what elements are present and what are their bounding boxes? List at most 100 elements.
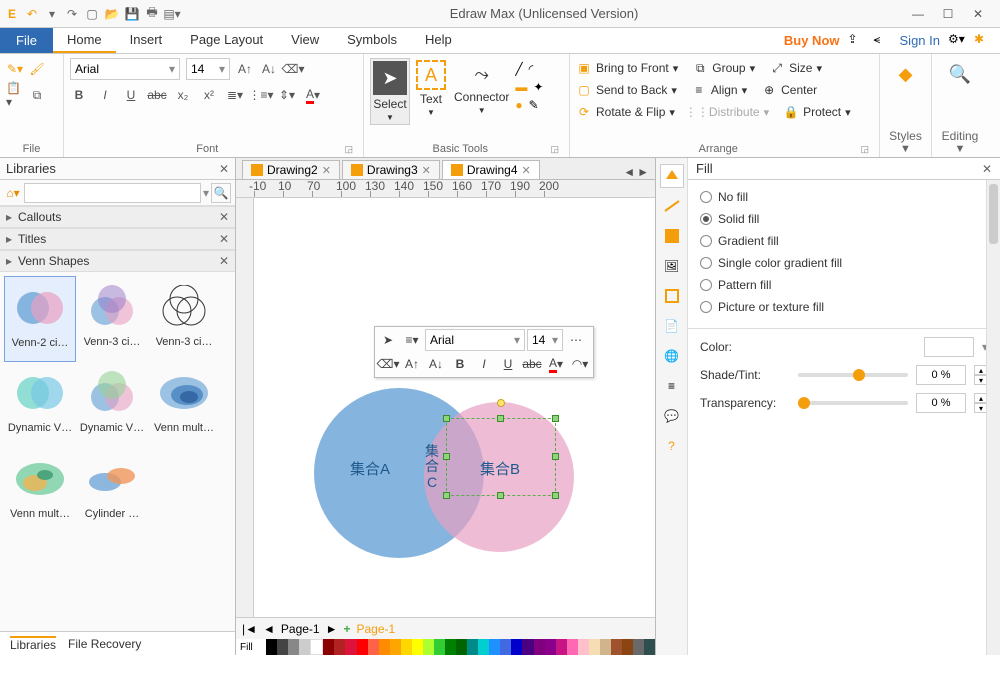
fill-opt-nofill[interactable]: No fill [700, 190, 988, 204]
rotate-flip-button[interactable]: ⟳Rotate & Flip▾ [576, 102, 675, 122]
shape-item[interactable]: Dynamic V… [76, 362, 148, 448]
settings-icon[interactable]: ⚙▾ [948, 32, 966, 50]
ft-color-icon[interactable]: A▾ [545, 353, 567, 375]
transparency-value[interactable]: 0 % [916, 393, 966, 413]
tab-close-icon[interactable]: ✕ [322, 164, 331, 177]
section-titles[interactable]: ▸Titles✕ [0, 228, 235, 250]
libraries-close-icon[interactable]: ✕ [219, 162, 229, 176]
ft-font-select[interactable]: Arial▾ [425, 329, 525, 351]
size-button[interactable]: ⤢Size▾ [769, 58, 822, 78]
export-icon[interactable]: ⇪ [848, 32, 866, 50]
search-dropdown-icon[interactable]: ▾ [203, 186, 209, 200]
file-menu[interactable]: File [0, 28, 53, 53]
search-icon[interactable]: 🔍 [211, 183, 231, 203]
ft-format-icon[interactable]: ⌫▾ [377, 353, 399, 375]
align-button[interactable]: ≡Align▾ [691, 80, 747, 100]
dropdown-icon[interactable]: ▾ [44, 6, 60, 22]
shape-item[interactable]: Venn-3 ci… [76, 276, 148, 362]
ft-curve-icon[interactable]: ◠▾ [569, 353, 591, 375]
ft-underline-icon[interactable]: U [497, 353, 519, 375]
arrange-dialog-launcher[interactable]: ◲ [860, 144, 873, 157]
group-button[interactable]: ⧉Group▾ [692, 58, 755, 78]
canvas[interactable]: ➤ ≡▾ Arial▾ 14▾ ⋯ ⌫▾ A↑ A↓ B I U abc [254, 198, 655, 617]
maximize-icon[interactable]: ☐ [938, 7, 958, 21]
increase-font-icon[interactable]: A↑ [236, 60, 254, 78]
underline-icon[interactable]: U [122, 86, 140, 104]
distribute-button[interactable]: ⋮⋮Distribute▾ [689, 102, 769, 122]
ft-size-select[interactable]: 14▾ [527, 329, 563, 351]
page-label[interactable]: Page-1 [281, 622, 320, 636]
color-picker[interactable] [924, 337, 974, 357]
page-prev-icon[interactable]: ◄ [263, 622, 275, 636]
tab-prev-icon[interactable]: ◄ [623, 165, 635, 179]
buy-now-link[interactable]: Buy Now [784, 33, 840, 48]
connector-tool[interactable]: ⤳ Connector▼ [452, 58, 511, 117]
fill-opt-picture[interactable]: Picture or texture fill [700, 300, 988, 314]
font-size-select[interactable]: 14▾ [186, 58, 230, 80]
editing-button[interactable]: 🔍 [944, 58, 976, 90]
doc-tab[interactable]: Drawing2✕ [242, 160, 340, 179]
bullets-icon[interactable]: ≣▾ [226, 86, 244, 104]
tab-home[interactable]: Home [53, 28, 116, 53]
brush-icon[interactable]: 🖌 [28, 60, 46, 78]
undo-icon[interactable]: ↶ [24, 6, 40, 22]
tab-view[interactable]: View [277, 28, 333, 53]
font-dialog-launcher[interactable]: ◲ [344, 144, 357, 157]
venn-label-c[interactable]: 集合C [422, 444, 442, 490]
section-venn[interactable]: ▸Venn Shapes✕ [0, 250, 235, 272]
selection-box[interactable] [446, 418, 556, 496]
page-first-icon[interactable]: |◄ [242, 622, 257, 636]
shape-item[interactable]: Venn-3 ci… [148, 276, 220, 362]
pen-icon[interactable]: ✎ [529, 98, 539, 112]
page-add-icon[interactable]: + [343, 622, 350, 636]
rotate-handle[interactable] [497, 399, 505, 407]
select-tool[interactable]: ➤ Select▼ [370, 58, 410, 125]
line-shape-icon[interactable]: ╱ [515, 62, 522, 76]
shape-item[interactable]: Venn mult… [4, 448, 76, 534]
resize-handle[interactable] [497, 415, 504, 422]
resize-handle[interactable] [497, 492, 504, 499]
resize-handle[interactable] [443, 415, 450, 422]
layer-tab-icon[interactable] [660, 284, 684, 308]
resize-handle[interactable] [552, 492, 559, 499]
bold-icon[interactable]: B [70, 86, 88, 104]
share-icon[interactable]: ⪪ [874, 32, 892, 50]
shade-value[interactable]: 0 % [916, 365, 966, 385]
doc-tab[interactable]: Drawing4✕ [442, 160, 540, 179]
shade-slider[interactable] [798, 373, 908, 377]
text-tool[interactable]: A Text▼ [414, 58, 448, 119]
scrollbar[interactable] [986, 180, 1000, 655]
library-search-input[interactable] [24, 183, 201, 203]
close-icon[interactable]: ✕ [968, 7, 988, 21]
fill-close-icon[interactable]: ✕ [982, 162, 992, 176]
fill-opt-pattern[interactable]: Pattern fill [700, 278, 988, 292]
doc-tab[interactable]: Drawing3✕ [342, 160, 440, 179]
page-tab-icon[interactable]: 📄 [660, 314, 684, 338]
ft-strike-icon[interactable]: abc [521, 353, 543, 375]
shape-item[interactable]: Venn-2 ci… [4, 276, 76, 362]
libraries-tab[interactable]: Libraries [10, 636, 56, 652]
center-button[interactable]: ⊕Center [761, 80, 817, 100]
ft-more-icon[interactable]: ⋯ [565, 329, 587, 351]
venn-label-a[interactable]: 集合A [350, 458, 390, 479]
tab-page-layout[interactable]: Page Layout [176, 28, 277, 53]
save-icon[interactable]: 💾 [124, 6, 140, 22]
print-icon[interactable]: 🖶 [144, 6, 160, 22]
strike-icon[interactable]: abc [148, 86, 166, 104]
oval-shape-icon[interactable]: ● [515, 98, 522, 112]
hyperlink-tab-icon[interactable]: 🌐 [660, 344, 684, 368]
ft-align-icon[interactable]: ≡▾ [401, 329, 423, 351]
resize-handle[interactable] [443, 492, 450, 499]
decrease-font-icon[interactable]: A↓ [260, 60, 278, 78]
shape-item[interactable]: Dynamic V… [4, 362, 76, 448]
arc-shape-icon[interactable]: ◜ [529, 62, 534, 76]
resize-handle[interactable] [552, 415, 559, 422]
transparency-slider[interactable] [798, 401, 908, 405]
tab-close-icon[interactable]: ✕ [422, 164, 431, 177]
tab-insert[interactable]: Insert [116, 28, 177, 53]
shape-item[interactable]: Cylinder … [76, 448, 148, 534]
color-strip[interactable] [266, 639, 655, 655]
resize-handle[interactable] [552, 453, 559, 460]
copy-icon[interactable]: ⧉ [28, 86, 46, 104]
file-recovery-tab[interactable]: File Recovery [68, 637, 141, 651]
